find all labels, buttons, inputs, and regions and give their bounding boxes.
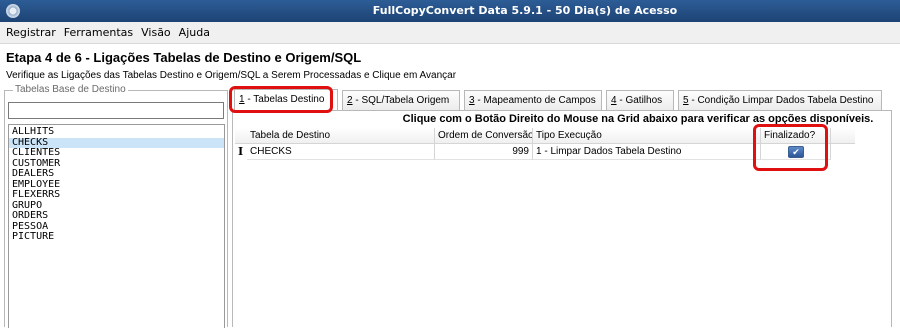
tab-label: - Gatilhos — [616, 95, 663, 106]
list-item[interactable]: CLIENTES — [9, 147, 224, 159]
row-indicator: I — [238, 145, 244, 158]
column-header-tabela-destino[interactable]: Tabela de Destino — [247, 128, 435, 144]
destination-table-list[interactable]: ALLHITS CHECKS CLIENTES CUSTOMER DEALERS EMPL… — [8, 124, 225, 328]
menu-registrar[interactable]: Registrar — [6, 26, 56, 39]
highlight-tab-annotation — [229, 86, 333, 113]
tab-2[interactable]: 2 - SQL/Tabela Origem — [342, 90, 460, 110]
list-item[interactable]: FLEXERRS — [9, 189, 224, 201]
highlight-finalizado-annotation — [753, 124, 828, 171]
list-item[interactable]: ORDERS — [9, 210, 224, 222]
menu-ferramentas[interactable]: Ferramentas — [64, 26, 133, 39]
cell-tabela-destino[interactable]: CHECKS — [247, 144, 435, 160]
step-title: Etapa 4 de 6 - Ligações Tabelas de Desti… — [6, 50, 362, 65]
menu-bar: Registrar Ferramentas Visão Ajuda — [0, 22, 900, 44]
tab-label: - Mapeamento de Campos — [474, 95, 596, 106]
menu-ajuda[interactable]: Ajuda — [179, 26, 210, 39]
group-legend: Tabelas Base de Destino — [13, 84, 128, 95]
list-item[interactable]: PICTURE — [9, 231, 224, 243]
list-item[interactable]: DEALERS — [9, 168, 224, 180]
step-description: Verifique as Ligações das Tabelas Destin… — [6, 70, 457, 81]
cell-ordem-conversao[interactable]: 999 — [435, 144, 533, 160]
tab-label: - Condição Limpar Dados Tabela Destino — [688, 95, 874, 106]
tab-4[interactable]: 4 - Gatilhos — [606, 90, 674, 110]
title-bar: FullCopyConvert Data 5.9.1 - 50 Dia(s) d… — [0, 0, 900, 22]
tab-5[interactable]: 5 - Condição Limpar Dados Tabela Destino — [678, 90, 882, 110]
list-item[interactable]: ALLHITS — [9, 126, 224, 138]
menu-visao[interactable]: Visão — [141, 26, 171, 39]
destination-tables-group: Tabelas Base de Destino ALLHITS CHECKS CLI… — [4, 84, 228, 328]
cell-tipo-execucao[interactable]: 1 - Limpar Dados Tabela Destino — [533, 144, 761, 160]
tab-3[interactable]: 3 - Mapeamento de Campos — [464, 90, 602, 110]
tab-label: - SQL/Tabela Origem — [352, 95, 450, 106]
window-title: FullCopyConvert Data 5.9.1 - 50 Dia(s) d… — [372, 4, 678, 17]
table-filter-input[interactable] — [8, 102, 224, 119]
column-header-ordem-conversao[interactable]: Ordem de Conversão — [435, 128, 533, 144]
column-header-tipo-execucao[interactable]: Tipo Execução — [533, 128, 761, 144]
